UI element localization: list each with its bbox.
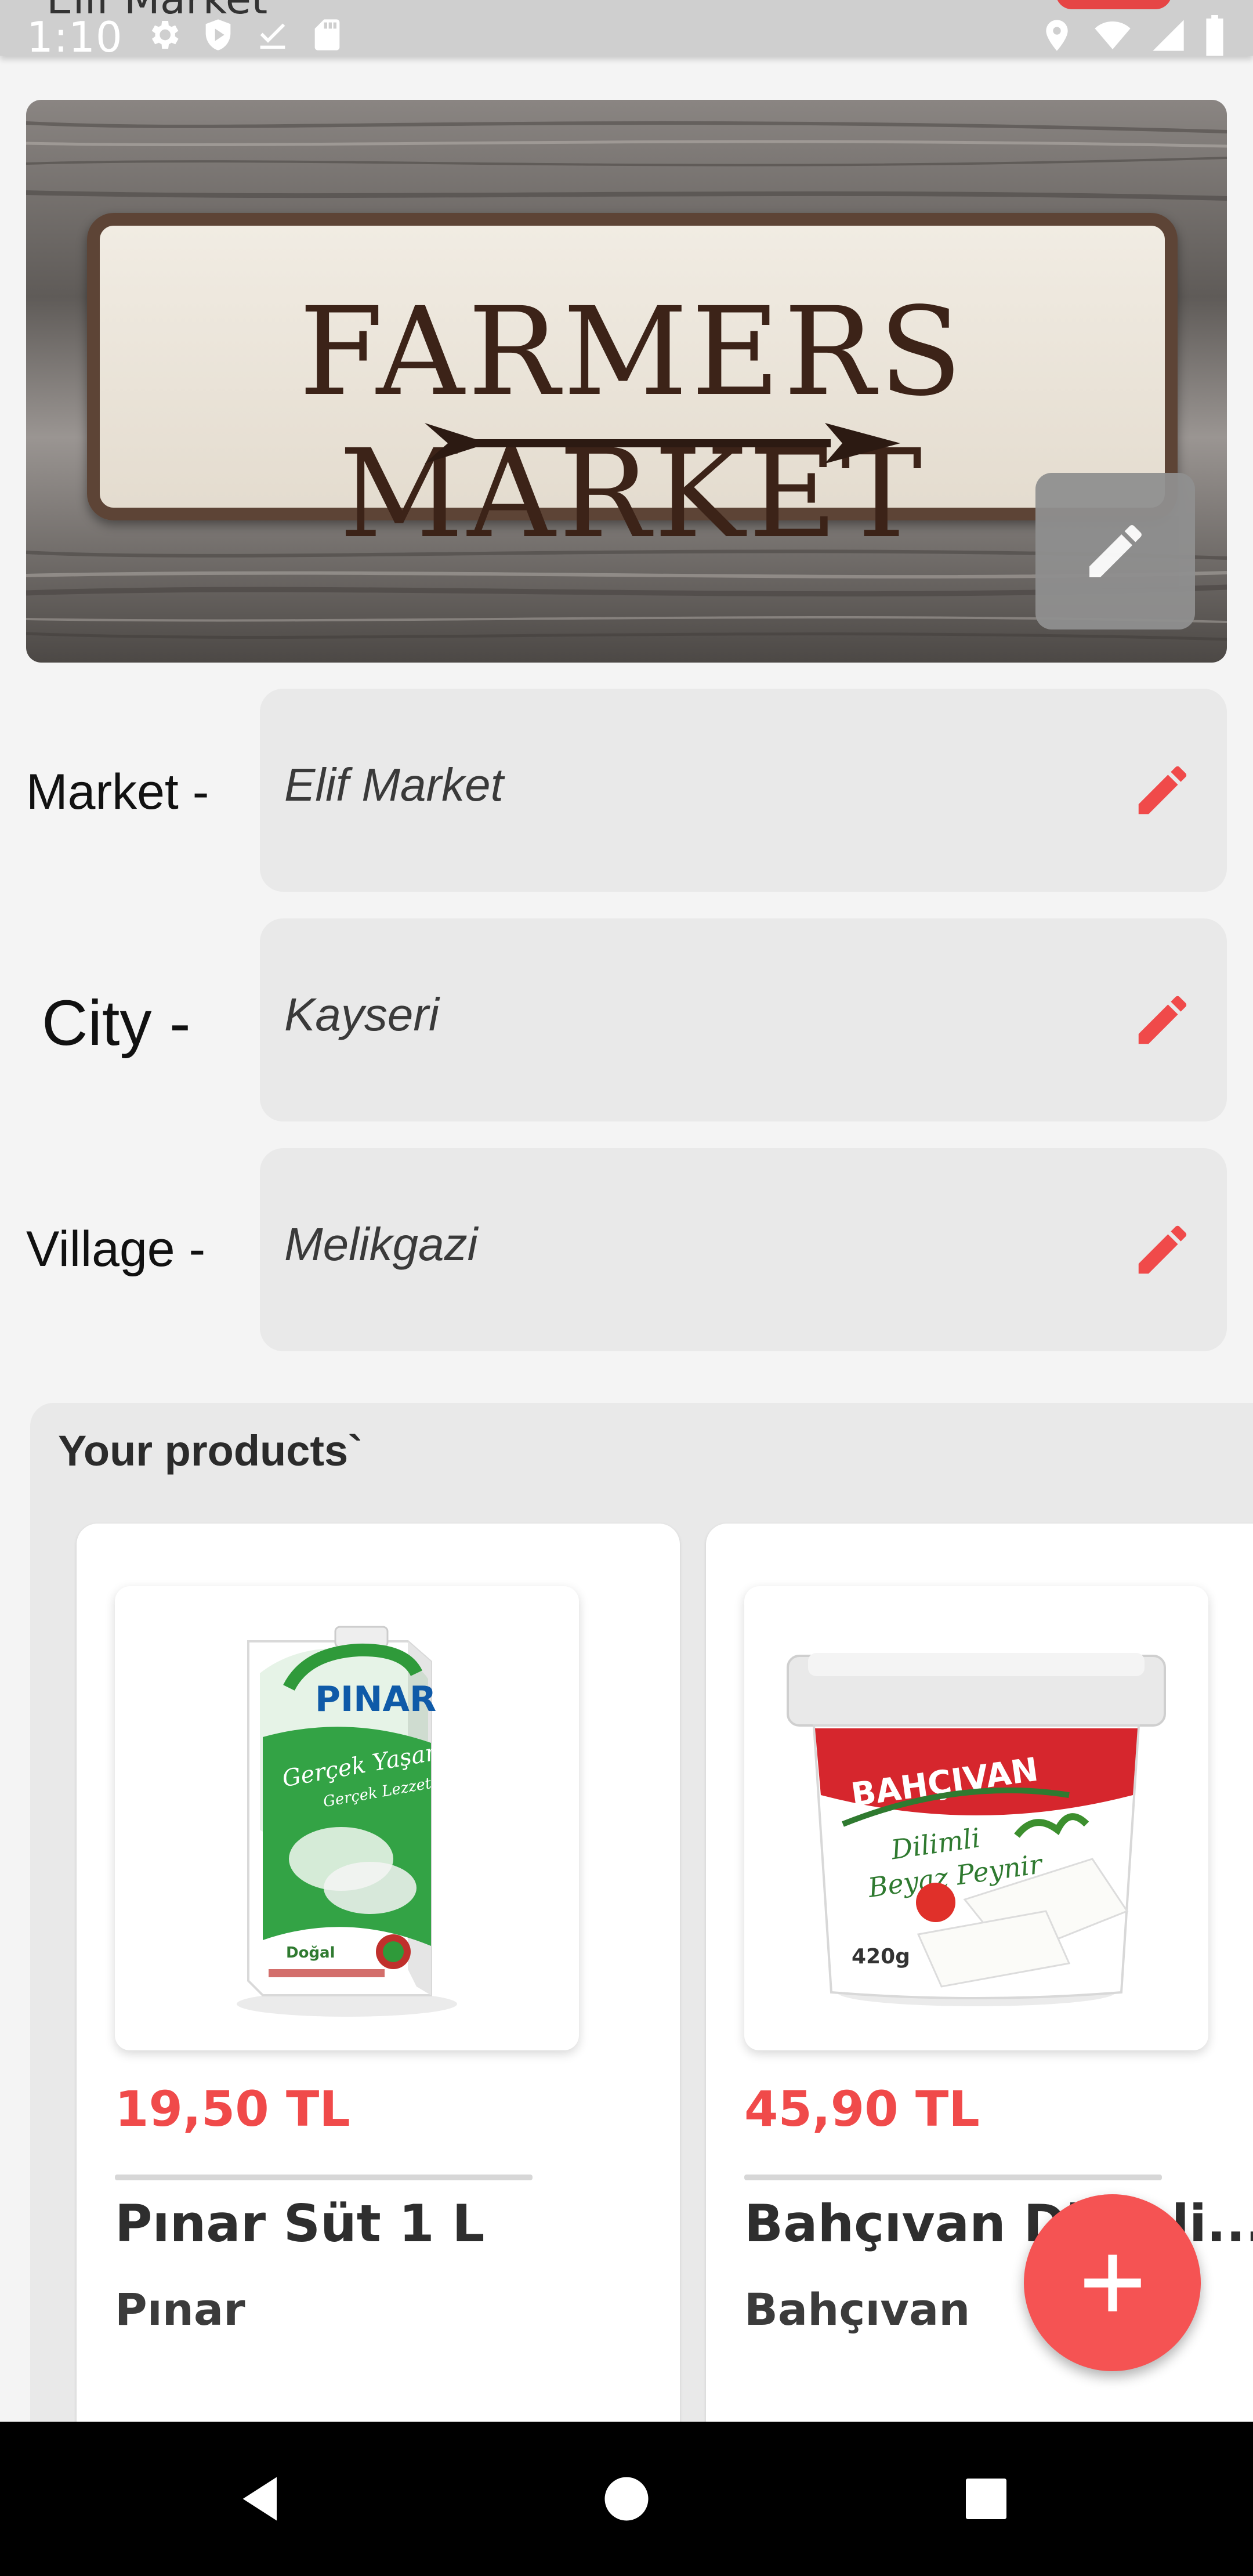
plus-icon <box>1084 2254 1141 2311</box>
city-edit-icon[interactable] <box>1131 988 1194 1052</box>
status-time: 1:10 <box>27 13 123 61</box>
home-icon <box>604 2477 649 2521</box>
status-bar: Elif Market 1:10 <box>0 0 1253 61</box>
location-icon <box>1046 20 1068 51</box>
product-card[interactable]: PINAR Gerçek Yaşam Gerçek Lezzet Doğal 1… <box>77 1524 680 2452</box>
product-price: 19,50 TL <box>115 2081 350 2137</box>
status-indicator-pill <box>1056 0 1172 9</box>
signal-icon <box>1153 20 1184 51</box>
farmers-market-sign: FARMERS MARKET <box>87 213 1178 565</box>
cheese-weight-text: 420g <box>852 1945 910 1969</box>
sd-card-icon <box>314 19 340 50</box>
milk-carton-image: PINAR Gerçek Yaşam Gerçek Lezzet Doğal <box>237 1626 457 2017</box>
navigation-bar <box>0 2422 1253 2576</box>
product-brand: Bahçıvan <box>744 2284 970 2335</box>
village-label: Village - <box>26 1221 206 1277</box>
market-field[interactable]: Elif Market <box>260 689 1227 892</box>
product-name: Pınar Süt 1 L <box>115 2194 485 2253</box>
wifi-icon <box>1095 21 1131 49</box>
product-image: PINAR Gerçek Yaşam Gerçek Lezzet Doğal <box>115 1586 579 2050</box>
recents-icon <box>966 2479 1006 2519</box>
screen: Elif Market 1:10 <box>0 0 1253 2576</box>
play-protect-icon <box>205 19 231 50</box>
product-price: 45,90 TL <box>744 2081 980 2137</box>
products-title: Your products` <box>58 1427 363 1475</box>
city-field[interactable]: Kayseri <box>260 918 1227 1121</box>
village-field[interactable]: Melikgazi <box>260 1148 1227 1351</box>
back-icon <box>242 2477 277 2521</box>
market-edit-icon[interactable] <box>1131 758 1194 822</box>
cheese-tub-image: BAHÇIVAN Dilimli Beyaz Peynir 420g <box>787 1653 1166 2006</box>
pencil-icon <box>1089 524 1142 577</box>
milk-badge-text: Doğal <box>286 1944 335 1962</box>
city-value: Kayseri <box>284 989 439 1040</box>
arrow-right-icon <box>425 423 900 464</box>
city-label: City - <box>42 987 191 1059</box>
nav-back-button[interactable] <box>204 2422 320 2576</box>
settings-icon <box>151 21 179 49</box>
status-icons-left <box>145 16 346 53</box>
add-product-button[interactable] <box>1024 2194 1201 2371</box>
product-divider <box>115 2175 533 2180</box>
status-icons-right <box>1038 15 1226 56</box>
milk-brand-text: PINAR <box>315 1679 436 1720</box>
product-brand: Pınar <box>115 2284 245 2335</box>
product-image: BAHÇIVAN Dilimli Beyaz Peynir 420g <box>744 1586 1208 2050</box>
nav-recents-button[interactable] <box>928 2422 1044 2576</box>
village-edit-icon[interactable] <box>1131 1218 1194 1282</box>
banner-edit-button[interactable] <box>1035 473 1195 629</box>
check-icon <box>260 23 285 49</box>
market-value: Elif Market <box>284 759 504 811</box>
product-divider <box>744 2175 1162 2180</box>
battery-icon <box>1206 15 1223 56</box>
market-banner-image: FARMERS MARKET <box>26 100 1227 663</box>
nav-home-button[interactable] <box>568 2422 685 2576</box>
market-label: Market - <box>26 764 209 820</box>
village-value: Melikgazi <box>284 1218 478 1270</box>
